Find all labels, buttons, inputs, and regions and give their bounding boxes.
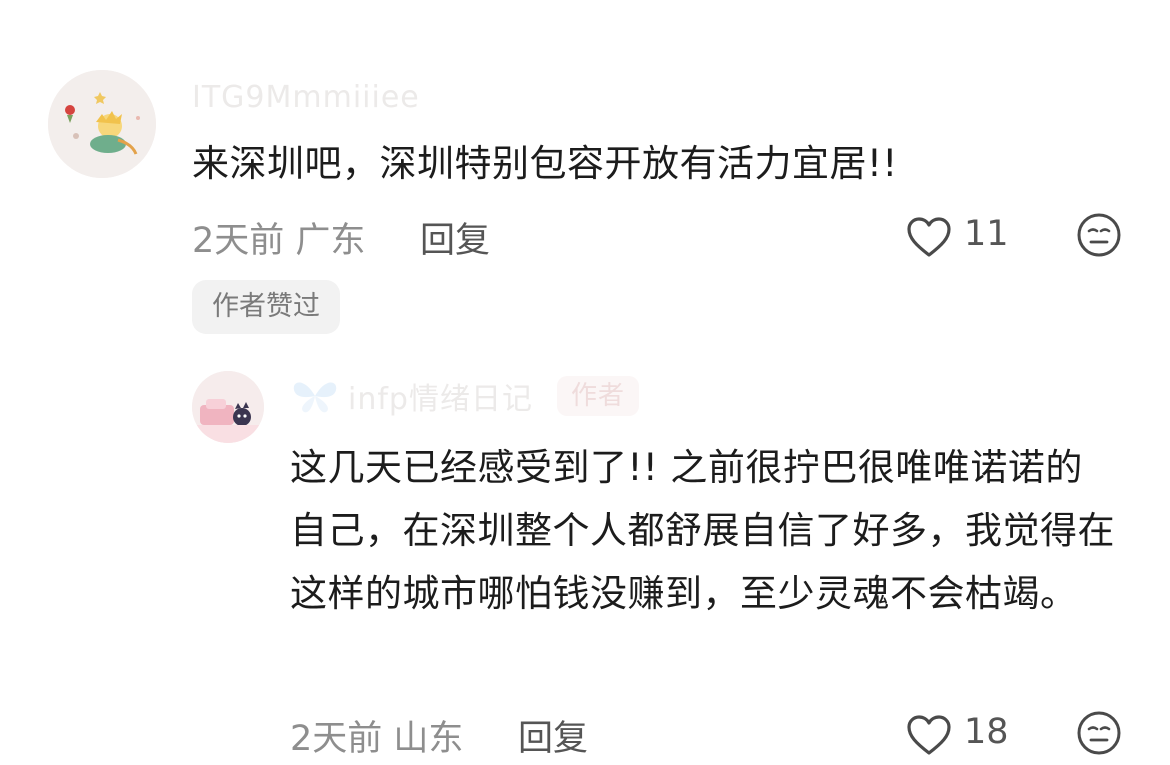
username-row: infp情绪日记 作者: [290, 374, 639, 418]
heart-outline-icon[interactable]: [906, 714, 952, 756]
neutral-face-icon[interactable]: [1076, 710, 1122, 756]
username[interactable]: infp情绪日记: [348, 374, 533, 418]
comment-text: 来深圳吧，深圳特别包容开放有活力宜居!!: [192, 142, 898, 185]
author-tag: 作者: [556, 376, 639, 416]
time-location: 2天前 山东: [290, 719, 464, 759]
username[interactable]: ITG9Mmmiiiee: [192, 80, 420, 115]
reply-button[interactable]: 回复: [420, 212, 490, 263]
comment-meta: 2天前 广东 回复 11: [0, 208, 1170, 261]
comment-item: ITG9Mmmiiiee 来深圳吧，深圳特别包容开放有活力宜居!! 2天前 广东…: [0, 0, 1170, 350]
like-count: 18: [964, 712, 1009, 752]
avatar[interactable]: [48, 70, 156, 178]
like-count: 11: [964, 214, 1009, 254]
butterfly-icon: [293, 382, 337, 413]
heart-outline-icon[interactable]: [906, 216, 952, 258]
time-location: 2天前 广东: [192, 221, 366, 261]
comment-meta: 2天前 山东 回复 18: [0, 706, 1170, 759]
reply-comment-item: infp情绪日记 作者 这几天已经感受到了!! 之前很拧巴很唯唯诺诺的自己，在深…: [0, 350, 1170, 765]
author-liked-badge: 作者赞过: [192, 280, 340, 334]
reply-button[interactable]: 回复: [518, 710, 588, 761]
comment-text: 这几天已经感受到了!! 之前很拧巴很唯唯诺诺的自己，在深圳整个人都舒展自信了好多…: [290, 446, 1115, 615]
avatar[interactable]: [192, 371, 264, 443]
neutral-face-icon[interactable]: [1076, 212, 1122, 258]
